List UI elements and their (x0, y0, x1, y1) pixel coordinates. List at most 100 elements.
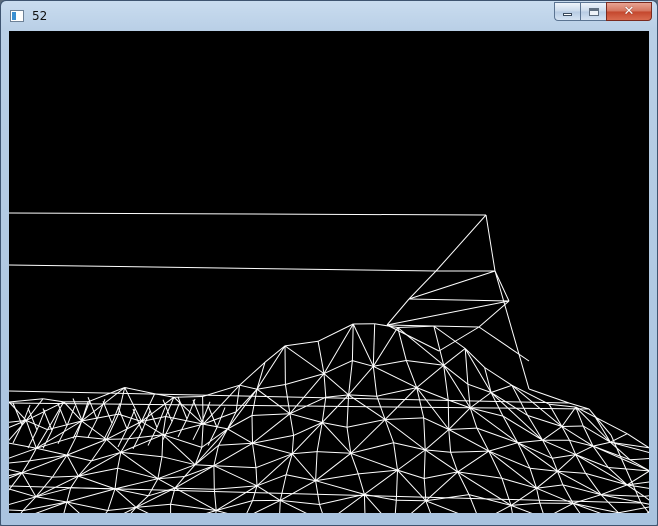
wireframe-edge (485, 214, 496, 272)
wireframe-edge (385, 417, 424, 420)
wireframe-edge (280, 480, 316, 501)
maximize-button[interactable] (580, 2, 606, 21)
wireframe-edge (575, 445, 594, 456)
wireframe-edge (438, 326, 480, 352)
wireframe-edge (478, 326, 530, 362)
wireframe-edge (162, 434, 202, 448)
wireframe-edge (450, 450, 489, 453)
wireframe-edge (315, 480, 320, 505)
wireframe-edge (488, 450, 503, 479)
wireframe-edge (21, 472, 53, 478)
wireframe-edge (372, 366, 378, 397)
wireframe-edge (386, 324, 480, 328)
wireframe-edge (43, 398, 64, 403)
wireframe-edge (9, 401, 27, 421)
wireframe-edge (9, 442, 37, 449)
wireframe-edge (478, 300, 510, 328)
wireframe-edge (372, 327, 399, 367)
wireframe-edge (447, 399, 450, 430)
wireframe-edge (147, 405, 158, 428)
wireframe-edge (319, 504, 323, 513)
wireframe-edge (510, 502, 540, 506)
wireframe-edge (501, 478, 512, 506)
wireframe-edge (162, 399, 173, 422)
wireframe-edge (214, 485, 258, 490)
wireframe-edge (372, 323, 376, 367)
wireframe-edge (76, 435, 107, 440)
wireframe-edge (338, 493, 365, 513)
wireframe-edge (162, 416, 167, 435)
title-bar[interactable]: 52 ✕ (1, 1, 657, 31)
wireframe-edge (488, 442, 518, 452)
wireframe-edge (350, 419, 386, 454)
wireframe-edge (216, 510, 228, 513)
close-icon: ✕ (623, 4, 635, 19)
app-window: 52 ✕ (0, 0, 658, 526)
wireframe-edge (251, 415, 253, 444)
wireframe-edge (255, 467, 258, 486)
minimize-button[interactable] (554, 2, 580, 21)
wireframe-edge (592, 441, 611, 447)
wireframe-edge (216, 500, 253, 511)
wireframe-edge (203, 423, 228, 430)
wireframe-edge (252, 443, 257, 468)
wireframe-edge (443, 364, 469, 385)
wireframe-edge (467, 383, 492, 393)
wireframe-edge (120, 451, 159, 480)
wireframe-edge (315, 473, 359, 482)
wireframe-edge (195, 464, 214, 467)
wireframe-edge (517, 439, 543, 444)
wireframe-edge (105, 510, 109, 513)
window-title: 52 (32, 9, 48, 23)
wireframe-edge (255, 453, 293, 469)
wireframe-edge (346, 419, 386, 428)
wireframe-edge (157, 464, 196, 480)
wireframe-edge (468, 494, 512, 506)
wireframe-edge (561, 425, 584, 427)
wireframe-edge (317, 341, 325, 374)
wireframe-edge (397, 449, 426, 471)
wireframe-edge (78, 475, 116, 490)
wireframe-edge (9, 509, 23, 512)
wireframe-edge (350, 452, 398, 471)
wireframe-edge (351, 323, 354, 361)
wireframe-edge (293, 422, 323, 436)
wireframe-edge (539, 502, 544, 513)
wireframe-edge (424, 449, 458, 473)
wireframe-edge (207, 405, 218, 428)
wireframe-edge (315, 451, 318, 481)
wireframe-edge (227, 428, 253, 444)
wireframe-edge (289, 373, 325, 415)
wireframe-edge (174, 476, 185, 489)
wireframe-edge (213, 465, 257, 469)
wireframe-edge (35, 487, 71, 498)
wireframe-edge (91, 451, 121, 462)
wireframe-edge (52, 475, 79, 478)
wireframe-edge (348, 360, 353, 395)
wireframe-edge (279, 500, 281, 513)
wireframe-edge (161, 434, 164, 457)
wireframe-edge (386, 324, 440, 352)
wireframe-edge (352, 323, 374, 367)
wireframe-edge (42, 408, 53, 431)
wireframe-edge (348, 394, 377, 397)
wireframe-edge (57, 403, 68, 426)
wireframe-edge (251, 413, 290, 416)
app-icon[interactable] (10, 10, 24, 22)
wireframe-edge (9, 488, 10, 491)
wireframe-edge (457, 471, 502, 479)
render-viewport[interactable] (9, 31, 649, 513)
wireframe-edge (553, 502, 574, 513)
wireframe-edge (315, 480, 365, 495)
wireframe-edge (424, 429, 450, 451)
wireframe-edge (423, 449, 426, 479)
wireframe-edge (156, 407, 166, 428)
wireframe-edge (284, 345, 325, 375)
wireframe-edge (107, 488, 116, 511)
wireframe-edge (323, 373, 327, 398)
wireframe-edge (569, 439, 594, 447)
wireframe-edge (132, 430, 143, 450)
wireframe-edge (510, 487, 537, 506)
close-button[interactable]: ✕ (606, 2, 652, 21)
wireframe-edge (135, 495, 149, 508)
